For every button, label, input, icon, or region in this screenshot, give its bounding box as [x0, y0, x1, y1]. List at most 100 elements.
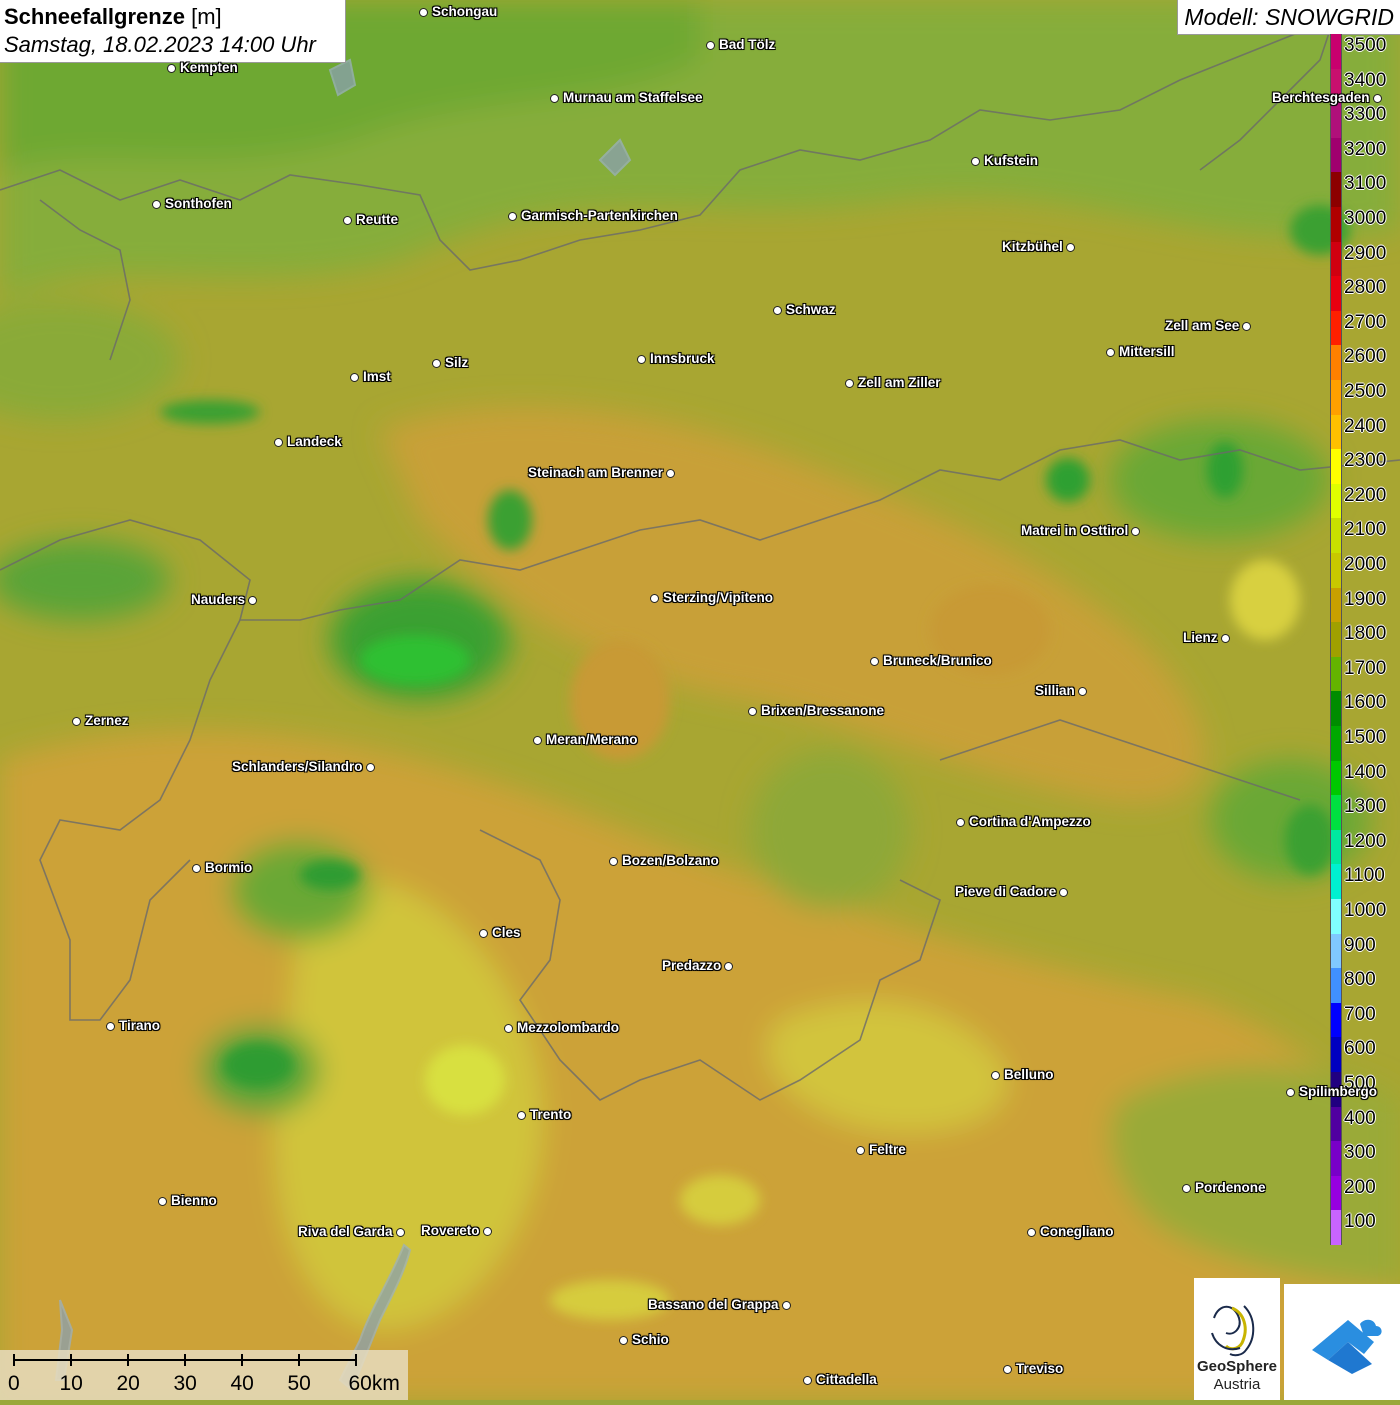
patch-bright-green	[360, 635, 470, 685]
map-datetime: Samstag, 18.02.2023 14:00 Uhr	[4, 32, 316, 57]
city-label: Zernez	[85, 713, 129, 728]
legend-label: 2200	[1344, 484, 1387, 506]
city-label: Bormio	[205, 860, 253, 875]
city-marker-icon	[748, 707, 757, 716]
legend-swatch	[1330, 1141, 1342, 1176]
city-marker-icon	[1106, 348, 1115, 357]
city-label: Kufstein	[984, 153, 1038, 168]
city-label: Tirano	[119, 1018, 161, 1033]
legend-swatch	[1330, 137, 1342, 173]
city-label: Berchtesgaden	[1272, 90, 1370, 105]
legend-label: 1300	[1344, 796, 1387, 818]
city-label: Bozen/Bolzano	[622, 853, 719, 868]
legend-label: 2800	[1344, 277, 1387, 299]
city-marker-icon	[1059, 888, 1068, 897]
legend-label: 2400	[1344, 415, 1387, 437]
city-marker-icon	[1078, 687, 1087, 696]
city-marker-icon	[106, 1022, 115, 1031]
cloud-arrow-icon	[1312, 1319, 1382, 1374]
legend-label: 1000	[1344, 900, 1387, 921]
legend-swatch	[1330, 207, 1342, 242]
city-label: Mittersill	[1119, 344, 1175, 359]
city-label: Cles	[492, 925, 521, 940]
city-marker-icon	[396, 1228, 405, 1237]
city-label: Schongau	[432, 4, 498, 19]
city-marker-icon	[533, 736, 542, 745]
city-marker-icon	[72, 717, 81, 726]
city-marker-icon	[550, 94, 559, 103]
city-label: Nauders	[191, 592, 246, 607]
city-label: Kempten	[180, 60, 238, 75]
legend-swatch	[1330, 553, 1342, 588]
legend-label: 2300	[1344, 450, 1387, 472]
city-marker-icon	[724, 962, 733, 971]
legend-label: 2500	[1344, 381, 1387, 402]
scale-label: 0	[8, 1372, 20, 1395]
city-label: Kitzbühel	[1002, 239, 1063, 254]
city-label: Feltre	[869, 1142, 906, 1157]
legend-swatch	[1330, 760, 1342, 796]
legend-label: 2900	[1344, 242, 1387, 264]
city-label: Sillian	[1035, 683, 1075, 698]
city-label: Bruneck/Brunico	[883, 653, 992, 668]
legend-swatch	[1330, 1106, 1342, 1142]
city-marker-icon	[504, 1024, 513, 1033]
patch-yellow-1	[425, 1045, 505, 1115]
city-label: Silz	[445, 355, 469, 370]
scale-label: 20	[116, 1372, 140, 1395]
city-label: Imst	[363, 369, 391, 384]
scale-label: 40	[230, 1372, 254, 1395]
patch-dark-green-7	[1285, 805, 1335, 875]
city-marker-icon	[419, 8, 428, 17]
scale-label: 10	[59, 1372, 83, 1395]
city-marker-icon	[1221, 634, 1230, 643]
city-label: Sonthofen	[165, 196, 232, 211]
city-marker-icon	[856, 1146, 865, 1155]
city-marker-icon	[609, 857, 618, 866]
city-label: Meran/Merano	[546, 732, 638, 747]
legend-swatch	[1330, 795, 1342, 830]
city-marker-icon	[479, 929, 488, 938]
legend-swatch	[1330, 241, 1342, 277]
legend-label: 700	[1344, 1003, 1376, 1025]
scale-label: 60km	[348, 1372, 400, 1395]
legend-label: 1600	[1344, 692, 1387, 714]
city-marker-icon	[167, 64, 176, 73]
legend-label: 400	[1344, 1107, 1376, 1129]
city-marker-icon	[956, 818, 965, 827]
patch-dark-green-2	[1046, 458, 1090, 502]
city-label: Cittadella	[816, 1372, 877, 1387]
legend-swatch	[1330, 103, 1342, 138]
city-marker-icon	[483, 1227, 492, 1236]
city-label: Spilimbergo	[1299, 1084, 1378, 1099]
city-marker-icon	[1286, 1088, 1295, 1097]
legend-label: 3500	[1344, 35, 1387, 56]
legend-swatch	[1330, 587, 1342, 623]
city-label: Pordenone	[1195, 1180, 1266, 1195]
legend-label: 2700	[1344, 311, 1387, 333]
city-marker-icon	[782, 1301, 791, 1310]
legend-label: 1500	[1344, 727, 1387, 748]
city-label: Conegliano	[1040, 1224, 1114, 1239]
legend-label: 1200	[1344, 830, 1387, 852]
city-label: Bassano del Grappa	[648, 1297, 779, 1312]
legend-label: 900	[1344, 934, 1376, 956]
city-label: Rovereto	[421, 1223, 480, 1238]
geosphere-emblem-icon	[1211, 1305, 1255, 1357]
legend-label: 1800	[1344, 623, 1387, 645]
city-label: Schio	[632, 1332, 669, 1347]
legend-swatch	[1330, 691, 1342, 726]
city-label: Bad Tölz	[719, 37, 776, 52]
city-marker-icon	[666, 469, 675, 478]
legend-label: 300	[1344, 1142, 1376, 1164]
legend-label: 200	[1344, 1176, 1376, 1198]
legend-label: 1400	[1344, 761, 1387, 783]
city-label: Steinach am Brenner	[528, 465, 664, 480]
legend-swatch	[1330, 656, 1342, 692]
legend-swatch	[1330, 1002, 1342, 1038]
legend-swatch	[1330, 1175, 1342, 1211]
city-marker-icon	[517, 1111, 526, 1120]
city-marker-icon	[991, 1071, 1000, 1080]
legend-label: 3000	[1344, 208, 1387, 229]
city-marker-icon	[637, 355, 646, 364]
